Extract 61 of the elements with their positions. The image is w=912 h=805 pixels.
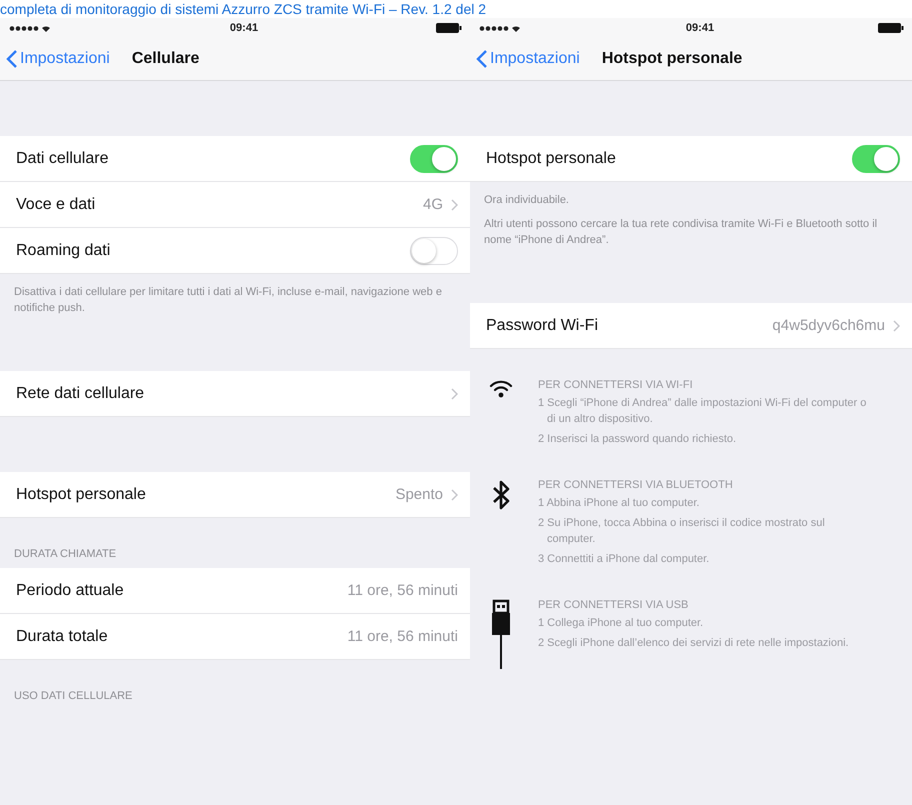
- row-label: Roaming dati: [16, 242, 110, 260]
- instruction-step: 1 Collega iPhone al tuo computer.: [538, 615, 849, 631]
- settings-row[interactable]: Voce e dati 4G: [0, 182, 470, 228]
- row-label: Dati cellulare: [16, 150, 108, 168]
- settings-row[interactable]: Rete dati cellulare: [0, 371, 470, 417]
- row-label: Hotspot personale: [486, 150, 616, 168]
- row-value: q4w5dyv6ch6mu: [772, 317, 885, 334]
- row-value: 11 ore, 56 minuti: [347, 628, 458, 645]
- bluetooth-icon: [492, 479, 510, 511]
- chevron-icon: [451, 198, 458, 210]
- settings-row[interactable]: Hotspot personale Spento: [0, 472, 470, 518]
- status-time: 09:41: [230, 22, 258, 34]
- back-label[interactable]: Impostazioni: [490, 50, 580, 68]
- row-label: Durata totale: [16, 628, 108, 646]
- signal-icon: [478, 24, 522, 32]
- toggle-switch[interactable]: [410, 144, 458, 172]
- row-value: 4G: [422, 196, 443, 213]
- screen-title: Cellulare: [132, 50, 200, 68]
- status-time: 09:41: [686, 22, 714, 34]
- wifi-icon: [489, 379, 513, 399]
- instruction-title: PER CONNETTERSI VIA USB: [538, 599, 690, 611]
- toggle-switch[interactable]: [852, 144, 900, 172]
- row-label: Password Wi-Fi: [486, 316, 598, 334]
- footer-note: Altri utenti possono cercare la tua rete condivisa tramite Wi-Fi e Bluetooth sotto il nome “iPhone di Andrea”.: [484, 217, 878, 248]
- document-heading: completa di monitoraggio di sistemi Azzurro ZCS tramite Wi-Fi – Rev. 1.2 del 2: [0, 0, 912, 18]
- row-label: Hotspot personale: [16, 486, 146, 504]
- back-button[interactable]: Impostazioni: [476, 49, 580, 69]
- instruction-step: 1 Scegli “iPhone di Andrea” dalle impostazioni Wi-Fi del computer o di un altro dispositivo.: [538, 395, 868, 427]
- chevron-icon: [893, 320, 900, 332]
- instruction-step: 2 Scegli iPhone dall’elenco dei servizi di rete nelle impostazioni.: [538, 635, 849, 651]
- row-value: 11 ore, 56 minuti: [347, 582, 458, 599]
- instruction-step: 3 Connettiti a iPhone dal computer.: [538, 551, 868, 567]
- row-value: Spento: [395, 486, 443, 503]
- settings-row[interactable]: Password Wi-Fi q4w5dyv6ch6mu: [470, 303, 912, 349]
- settings-row[interactable]: Roaming dati: [0, 228, 470, 274]
- footer-note: Disattiva i dati cellulare per limitare tutti i dati al Wi-Fi, incluse e-mail, navigazione web e notifiche push.: [14, 285, 443, 316]
- row-label: Rete dati cellulare: [16, 384, 144, 402]
- back-label[interactable]: Impostazioni: [20, 50, 110, 68]
- screen-title: Hotspot personale: [602, 50, 742, 68]
- footer-note: Ora individuabile.: [484, 193, 570, 208]
- row-label: Voce e dati: [16, 196, 96, 214]
- back-chevron-icon: [6, 49, 18, 69]
- back-chevron-icon: [476, 49, 488, 69]
- settings-row[interactable]: Dati cellulare: [0, 136, 470, 182]
- toggle-switch[interactable]: [410, 236, 458, 264]
- instruction-title: PER CONNETTERSI VIA BLUETOOTH: [538, 479, 734, 491]
- row-label: Periodo attuale: [16, 582, 124, 600]
- battery-icon: [436, 23, 462, 33]
- settings-row[interactable]: Hotspot personale: [470, 136, 912, 182]
- battery-icon: [878, 23, 904, 33]
- usb-plug-icon: [491, 599, 511, 671]
- instruction-step: 2 Inserisci la password quando richiesto.: [538, 431, 868, 447]
- chevron-icon: [451, 388, 458, 400]
- section-header: DURATA CHIAMATE: [13, 548, 118, 562]
- section-header: USO DATI CELLULARE: [13, 690, 134, 704]
- instruction-step: 1 Abbina iPhone al tuo computer.: [538, 495, 868, 511]
- instruction-title: PER CONNETTERSI VIA WI-FI: [538, 379, 694, 391]
- back-button[interactable]: Impostazioni: [6, 49, 110, 69]
- signal-icon: [8, 24, 52, 32]
- chevron-icon: [451, 488, 458, 500]
- instruction-step: 2 Su iPhone, tocca Abbina o inserisci il codice mostrato sul computer.: [538, 515, 868, 547]
